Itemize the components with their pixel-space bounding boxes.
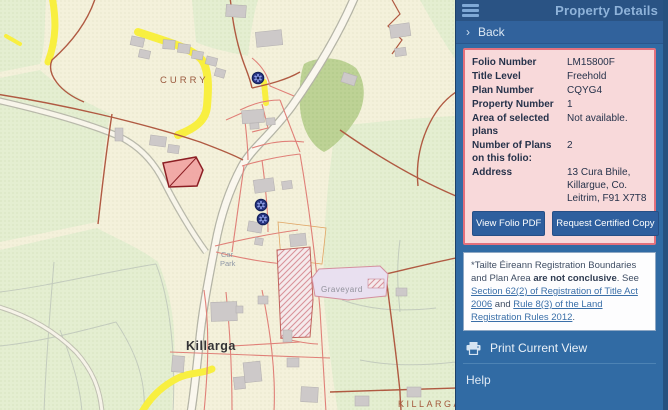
property-details-app: CURRY Car Park Graveyard Killarga KILLAR… [0, 0, 668, 410]
disclaimer-mid: . See [617, 273, 639, 284]
detail-row: Address 13 Cura Bhile, Killargue, Co. Le… [472, 166, 647, 205]
back-label: Back [478, 25, 505, 39]
panel-title: Property Details [555, 3, 658, 18]
chevron-right-icon: › [466, 25, 470, 39]
panel-scrollbar[interactable] [663, 0, 668, 410]
detail-value: LM15800F [567, 56, 647, 69]
detail-label: Plan Number [472, 84, 567, 97]
detail-row: Number of Plans on this folio: 2 [472, 139, 647, 165]
view-folio-pdf-button[interactable]: View Folio PDF [472, 211, 545, 236]
detail-row: Property Number 1 [472, 98, 647, 111]
print-current-view-button[interactable]: Print Current View [463, 331, 656, 363]
property-plan-marker[interactable] [255, 199, 267, 211]
detail-label: Title Level [472, 70, 567, 83]
detail-row: Plan Number CQYG4 [472, 84, 647, 97]
disclaimer-note: *Tailte Éireann Registration Boundaries … [463, 252, 656, 331]
label-killarga-village: Killarga [186, 339, 236, 353]
print-label: Print Current View [490, 341, 587, 355]
property-plan-marker[interactable] [257, 213, 269, 225]
request-certified-copy-button[interactable]: Request Certified Copy [552, 211, 658, 236]
map-church-plot [277, 247, 313, 338]
property-plan-marker[interactable] [252, 72, 264, 84]
menu-icon[interactable] [462, 4, 479, 17]
disclaimer-and: and [492, 299, 513, 310]
printer-icon [466, 342, 481, 355]
detail-value: 13 Cura Bhile, Killargue, Co. Leitrim, F… [567, 166, 647, 205]
label-curry: CURRY [160, 75, 209, 86]
folio-actions: View Folio PDF Request Certified Copy [472, 211, 647, 236]
map-graveyard-hatch [368, 279, 384, 288]
label-car: Car [221, 250, 234, 259]
panel-body: Folio Number LM15800F Title Level Freeho… [456, 44, 668, 410]
selected-parcel[interactable] [163, 157, 203, 187]
help-button[interactable]: Help [463, 364, 656, 396]
label-killarga-townland: KILLARGA [398, 399, 455, 409]
disclaimer-suffix: . [572, 312, 575, 323]
disclaimer-bold: are not conclusive [533, 273, 616, 284]
panel-header: Property Details [456, 0, 668, 21]
detail-value: 1 [567, 98, 647, 111]
detail-value: Not available. [567, 112, 647, 138]
detail-label: Folio Number [472, 56, 567, 69]
detail-label: Area of selected plans [472, 112, 567, 138]
detail-value: Freehold [567, 70, 647, 83]
folio-details-card: Folio Number LM15800F Title Level Freeho… [463, 48, 656, 245]
detail-value: 2 [567, 139, 647, 165]
property-details-panel: Property Details › Back Folio Number LM1… [455, 0, 668, 410]
detail-row: Title Level Freehold [472, 70, 647, 83]
back-button[interactable]: › Back [456, 21, 668, 44]
detail-label: Number of Plans on this folio: [472, 139, 567, 165]
label-park: Park [220, 259, 236, 268]
detail-label: Address [472, 166, 567, 205]
detail-row: Folio Number LM15800F [472, 56, 647, 69]
label-graveyard: Graveyard [321, 285, 363, 294]
detail-label: Property Number [472, 98, 567, 111]
map-canvas: CURRY Car Park Graveyard Killarga KILLAR… [0, 0, 455, 410]
detail-value: CQYG4 [567, 84, 647, 97]
map-viewport[interactable]: CURRY Car Park Graveyard Killarga KILLAR… [0, 0, 455, 410]
detail-row: Area of selected plans Not available. [472, 112, 647, 138]
